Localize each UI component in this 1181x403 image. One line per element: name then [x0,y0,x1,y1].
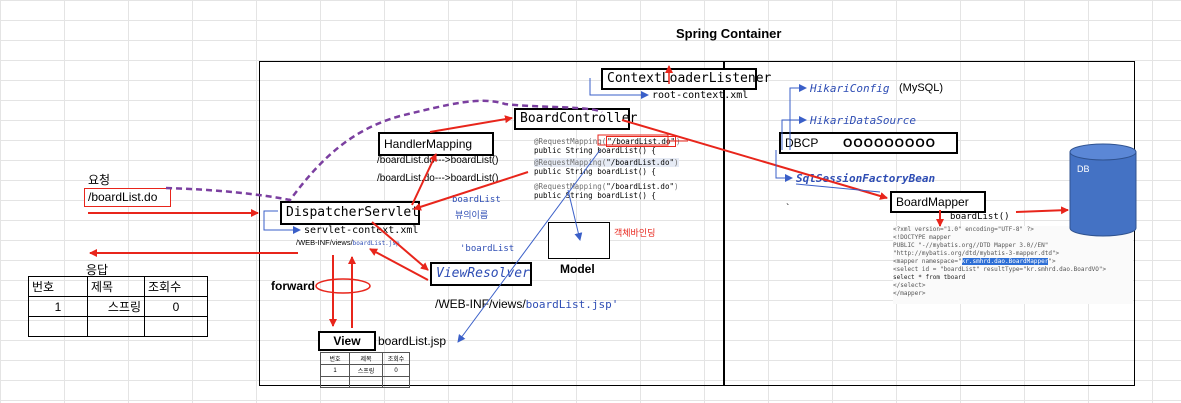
table-cell [320,376,350,388]
root-context-config: root-context.xml [652,90,749,101]
code-line: public String boardList() { [534,146,656,155]
table-cell: 1 [28,296,88,317]
handler-mapping-box: HandlerMapping [378,132,494,156]
table-header-row: 번호 제목 조회수 [320,352,410,365]
dispatcher-view-path: /WEB-INF/views/boardList.jsp [296,238,400,247]
table-cell: 0 [382,364,410,377]
view-name-label: 뷰의이름 [455,210,489,220]
table-cell [382,376,410,388]
mapper-namespace: kr.smhrd.dao.BoardMapper [961,258,1049,265]
table-cell: 1 [320,364,350,377]
xml-line: PUBLIC "-//mybatis.org//DTD Mapper 3.0//… [893,242,1049,249]
xml-text: <mapper namespace=" [893,258,962,265]
view-path-prefix: /WEB-INF/views/ [435,297,526,311]
table-header: 제목 [87,276,145,297]
code-line: public String boardList() { [534,191,656,200]
mapper-xml-panel: <?xml version="1.0" encoding="UTF-8" ?> … [893,226,1133,304]
annotation: ) [673,158,679,167]
dbcp-label: DBCP [785,136,819,150]
model-box [548,222,610,259]
table-cell: 스프링 [87,296,145,317]
request-label: 요청 [88,173,111,187]
table-cell: 스프링 [349,364,383,377]
context-loader-listener-box: ContextLoaderListener [601,68,771,90]
view-file: boardList.jsp [378,334,447,348]
xml-text: "> [1048,258,1056,265]
view-resolver-path: /WEB-INF/views/boardList.jsp' [435,297,618,311]
view-resolver-box: ViewResolver [430,262,532,286]
view-mini-table: 번호 제목 조회수 1 스프링 0 [320,352,410,388]
object-binding-label: 객체바인딩 [614,228,656,238]
view-name-value: boardList [452,195,501,205]
dbcp-value: OOOOOOOOO [843,136,937,150]
hikari-datasource: HikariDataSource [810,114,916,127]
xml-line: <!DOCTYPE mapper [893,234,951,241]
request-url: /boardList.do [84,188,171,207]
table-header: 조회수 [144,276,208,297]
forward-label: forward [271,279,316,293]
annotation-value: "/boardList.do" [606,158,674,167]
board-mapper-method: boardList() [950,212,1010,222]
xml-line: select * from tboard [893,274,966,281]
annotation: ) [675,137,681,146]
code-line: @RequestMapping("/boardList.do") [534,182,679,191]
board-controller-box: BoardController [514,108,637,130]
xml-line: "http://mybatis.org/dtd/mybatis-3-mapper… [893,250,1060,257]
annotation: ) [673,182,679,191]
xml-line: </mapper> [893,290,926,297]
xml-line: <?xml version="1.0" encoding="UTF-8" ?> [893,226,1034,233]
code-line: public String boardList() { [534,167,656,176]
table-header: 제목 [349,352,383,365]
root-container-frame [723,61,1135,386]
hikari-config: HikariConfig [810,82,890,95]
board-mapper-box: BoardMapper [890,191,986,213]
diagram-title: Spring Container [676,26,782,41]
table-cell [87,316,145,337]
table-cell [349,376,383,388]
hikari-config-note: (MySQL) [899,82,943,94]
table-header: 번호 [320,352,350,365]
table-header: 조회수 [382,352,410,365]
code-line: @RequestMapping("/boardList.do") [534,136,681,147]
annotation: @RequestMapping( [534,158,607,167]
xml-line: </select> [893,282,926,289]
view-name-quoted: 'boardList [460,244,515,254]
table-cell [144,316,208,337]
view-path-file: boardList.jsp [352,240,400,247]
table-row: 1 스프링 0 [320,364,410,377]
dispatcher-servlet-box: DispatcherServlet [280,201,420,225]
handler-mapping-entry: /boardList.do--->boardList() [377,173,499,184]
xml-line: <mapper namespace="kr.smhrd.dao.BoardMap… [893,258,1133,266]
annotation-value: "/boardList.do" [606,182,674,191]
view-path-file: boardList.jsp' [525,298,619,311]
xml-line: <select id = "boardList" resultType="kr.… [893,266,1107,273]
servlet-context-config: servlet-context.xml [304,225,419,236]
table-header-row: 번호 제목 조회수 [28,276,208,297]
table-row [28,316,208,337]
handler-mapping-entry: /boardList.do--->boardList() [377,155,499,166]
annotation: @RequestMapping( [534,182,607,191]
table-row: 1 스프링 0 [28,296,208,317]
annotation: @RequestMapping( [534,137,607,146]
code-line: @RequestMapping("/boardList.do") [534,158,679,167]
model-label: Model [560,262,595,276]
view-box: View [318,331,376,351]
table-header: 번호 [28,276,88,297]
table-row [320,376,410,388]
sql-session-factory-bean: SqlSessionFactoryBean [796,172,936,185]
table-cell: 0 [144,296,208,317]
response-table: 번호 제목 조회수 1 스프링 0 [28,276,208,337]
dbcp-box: DBCP OOOOOOOOO [779,132,958,154]
view-path-prefix: /WEB-INF/views/ [296,238,353,247]
backtick-mark: ` [786,203,790,214]
table-cell [28,316,88,337]
db-label: DB [1077,164,1090,174]
